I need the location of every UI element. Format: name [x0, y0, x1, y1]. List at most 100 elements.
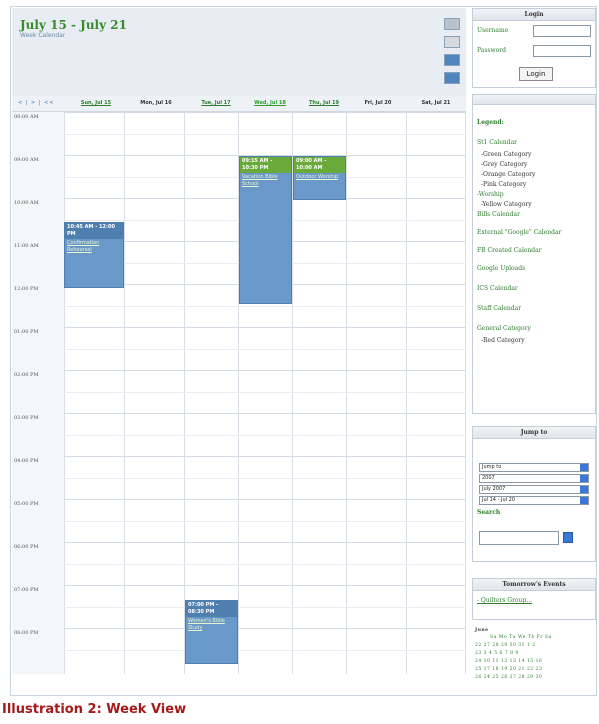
day-header-thu[interactable]: Thu, Jul 19 — [294, 100, 354, 106]
event-time: 09:15 AM - 10:30 PM — [240, 157, 291, 173]
legend-item[interactable]: -Pink Category — [481, 181, 526, 188]
jump-panel: Jump to Jump to 2007 July 2007 Jul 14 - … — [472, 426, 596, 562]
grid-line — [64, 413, 466, 414]
time-label: 10:00 AM — [14, 200, 39, 206]
event-title-link[interactable]: Outdoor Worship — [294, 173, 345, 182]
day-column[interactable] — [124, 112, 184, 674]
legend-item[interactable]: Google Uploads — [477, 265, 525, 272]
tomorrow-event-link[interactable]: - Quilters Group... — [477, 597, 532, 604]
grid-line — [64, 628, 466, 629]
legend-item[interactable]: External "Google" Calendar — [477, 229, 561, 236]
time-label: 01:00 PM — [14, 329, 39, 335]
mini-calendar-row[interactable]: 24 10 11 12 13 14 15 16 — [475, 659, 542, 664]
grid-line — [64, 112, 466, 113]
mini-calendar-row[interactable]: 22 27 28 29 30 31 1 2 — [475, 643, 536, 648]
time-label: 07:00 PM — [14, 587, 39, 593]
event-title-link[interactable]: Women's Bible Study — [186, 617, 237, 633]
day-header-row: < | > | << Sun, Jul 15 Mon, Jul 16 Tue, … — [12, 96, 466, 112]
export-icon[interactable] — [444, 36, 460, 48]
month-select[interactable]: July 2007 — [479, 485, 589, 494]
legend-item[interactable]: St1 Calendar — [477, 139, 517, 146]
legend-item[interactable]: -Green Category — [481, 151, 531, 158]
login-title: Login — [473, 9, 595, 21]
password-input[interactable] — [533, 45, 591, 57]
grid-line — [64, 434, 466, 436]
chevron-down-icon — [580, 464, 588, 471]
calendar-header: July 15 - July 21 Week Calendar — [12, 8, 466, 96]
mini-calendar-row[interactable]: 26 24 25 26 27 28 29 30 — [475, 675, 542, 680]
week-select[interactable]: Jul 14 - Jul 20 — [479, 496, 589, 505]
grid-line — [64, 348, 466, 350]
day-header-wed[interactable]: Wed, Jul 18 — [240, 100, 300, 106]
time-label: 06:00 PM — [14, 544, 39, 550]
grid-line — [64, 563, 466, 565]
year-select-value: 2007 — [482, 475, 495, 481]
time-label: 02:00 PM — [14, 372, 39, 378]
day-column[interactable] — [64, 112, 124, 674]
event-block[interactable]: 09:15 AM - 10:30 PM Vacation Bible Schoo… — [239, 156, 292, 304]
day-column[interactable] — [184, 112, 238, 674]
week-grid: 08:00 AM 09:00 AM 10:00 AM 11:00 AM 12:0… — [12, 112, 466, 674]
print-icon[interactable] — [444, 18, 460, 30]
grid-line — [64, 391, 466, 393]
mini-calendar-row[interactable]: 25 17 18 19 20 21 22 23 — [475, 667, 542, 672]
event-block[interactable]: 09:00 AM - 10:00 AM Outdoor Worship — [293, 156, 346, 200]
grid-line — [64, 456, 466, 457]
time-label: 04:00 PM — [14, 458, 39, 464]
legend-item[interactable]: -Orange Category — [481, 171, 535, 178]
day-header-fri: Fri, Jul 20 — [364, 100, 392, 106]
day-header-sun[interactable]: Sun, Jul 15 — [66, 100, 126, 106]
event-time: 10:45 AM - 12:00 PM — [65, 223, 123, 239]
search-go-icon[interactable] — [563, 532, 573, 543]
legend-item[interactable]: -Worship — [477, 191, 504, 198]
day-column[interactable] — [346, 112, 406, 674]
legend-title: Legend: — [477, 119, 504, 126]
grid-line — [64, 499, 466, 500]
event-block[interactable]: 07:00 PM - 08:30 PM Women's Bible Study — [185, 600, 238, 664]
grid-line — [64, 520, 466, 522]
username-input[interactable] — [533, 25, 591, 37]
legend-item[interactable]: FB Created Calendar — [477, 247, 542, 254]
jump-select-value: Jump to — [482, 464, 502, 470]
event-time: 09:00 AM - 10:00 AM — [294, 157, 345, 173]
time-label: 05:00 PM — [14, 501, 39, 507]
time-label: 08:00 AM — [14, 114, 39, 120]
grid-line — [64, 370, 466, 371]
grid-line — [64, 649, 466, 651]
week-calendar: July 15 - July 21 Week Calendar < | > | … — [12, 8, 466, 694]
chevron-down-icon — [580, 497, 588, 504]
time-label: 03:00 PM — [14, 415, 39, 421]
month-view-icon[interactable] — [444, 72, 460, 84]
day-header-sat: Sat, Jul 21 — [421, 100, 451, 106]
time-label: 12:00 PM — [14, 286, 39, 292]
search-input[interactable] — [479, 531, 559, 545]
legend-item[interactable]: General Category — [477, 325, 531, 332]
event-block[interactable]: 10:45 AM - 12:00 PM Confirmation Rehears… — [64, 222, 124, 288]
chevron-down-icon — [580, 486, 588, 493]
legend-item[interactable]: -Grey Category — [481, 161, 527, 168]
time-label: 09:00 AM — [14, 157, 39, 163]
legend-item[interactable]: -Red Category — [481, 337, 525, 344]
legend-item[interactable]: Bills Calendar — [477, 211, 520, 218]
year-select[interactable]: 2007 — [479, 474, 589, 483]
page-subtitle: Week Calendar — [20, 32, 66, 39]
grid-line — [64, 606, 466, 608]
tomorrow-title: Tomorrow's Events — [473, 579, 595, 591]
legend-item[interactable]: ICS Calendar — [477, 285, 518, 292]
day-header-tue[interactable]: Tue, Jul 17 — [186, 100, 246, 106]
legend-header — [473, 95, 595, 105]
week-view-icon[interactable] — [444, 54, 460, 66]
jump-select[interactable]: Jump to — [479, 463, 589, 472]
legend-item[interactable]: Staff Calendar — [477, 305, 521, 312]
mini-calendar-month: June — [475, 628, 489, 633]
login-button[interactable]: Login — [519, 67, 553, 81]
tomorrow-panel: Tomorrow's Events - Quilters Group... — [472, 578, 596, 620]
time-label: 11:00 AM — [14, 243, 39, 249]
mini-calendar-row[interactable]: 23 3 4 5 6 7 8 9 — [475, 651, 519, 656]
legend-item[interactable]: -Yellow Category — [481, 201, 532, 208]
event-title-link[interactable]: Confirmation Rehearsal — [65, 239, 123, 255]
event-title-link[interactable]: Vacation Bible School — [240, 173, 291, 189]
week-nav[interactable]: < | > | << — [18, 100, 54, 106]
day-column[interactable] — [406, 112, 466, 674]
time-label: 08:00 PM — [14, 630, 39, 636]
